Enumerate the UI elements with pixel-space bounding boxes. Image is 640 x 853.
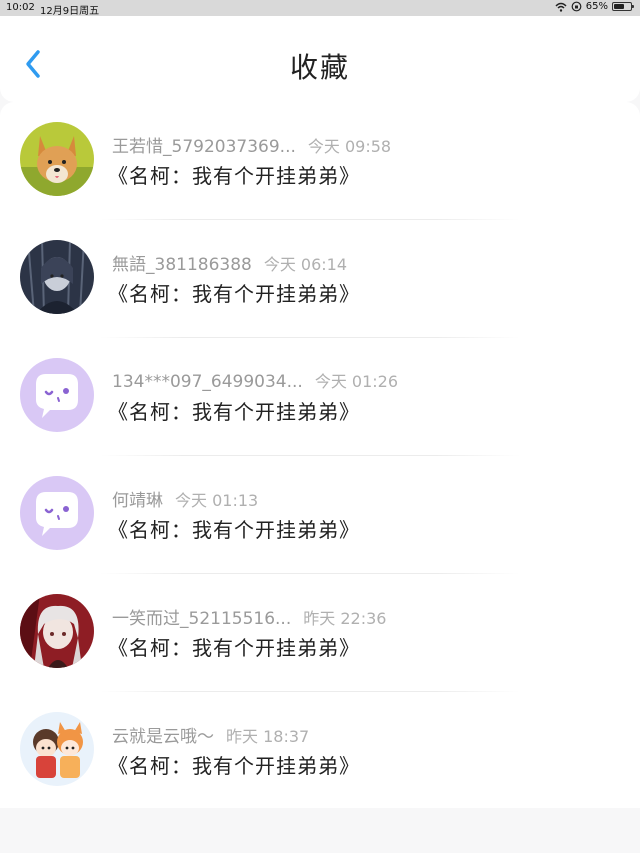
favorite-item[interactable]: 云就是云哦～ 昨天 18:37 《名柯：我有个开挂弟弟》 xyxy=(0,692,640,810)
item-meta: 云就是云哦～ 昨天 18:37 xyxy=(112,722,309,747)
battery-fill xyxy=(614,4,625,9)
status-bar: 10:02 12月9日周五 65% xyxy=(0,0,640,17)
username: 134***097_6499034... xyxy=(112,372,303,392)
page-title: 收藏 xyxy=(289,51,350,84)
book-title: 《名柯：我有个开挂弟弟》 xyxy=(108,164,360,188)
book-title: 《名柯：我有个开挂弟弟》 xyxy=(108,518,360,542)
username: 何靖琳 xyxy=(112,491,163,511)
timestamp: 今天 01:26 xyxy=(314,372,399,391)
timestamp: 今天 09:58 xyxy=(307,137,392,156)
username: 云就是云哦～ xyxy=(112,727,214,747)
corgi-dog-avatar[interactable] xyxy=(20,122,94,196)
favorite-item[interactable]: 無語_381186388 今天 06:14 《名柯：我有个开挂弟弟》 xyxy=(0,220,640,338)
username: 無語_381186388 xyxy=(112,255,252,275)
status-right: 65% xyxy=(555,1,634,12)
favorite-item[interactable]: 一笑而过_52115516... 昨天 22:36 《名柯：我有个开挂弟弟》 xyxy=(0,574,640,692)
battery-icon xyxy=(612,2,634,11)
book-title: 《名柯：我有个开挂弟弟》 xyxy=(108,400,360,424)
username: 一笑而过_52115516... xyxy=(112,609,292,629)
book-title: 《名柯：我有个开挂弟弟》 xyxy=(108,282,360,306)
status-time: 10:02 xyxy=(6,2,35,13)
status-date: 12月9日周五 xyxy=(40,6,100,17)
battery-percent: 65% xyxy=(585,1,608,12)
favorites-list: 王若惜_5792037369... 今天 09:58 《名柯：我有个开挂弟弟》 無… xyxy=(0,102,640,808)
favorite-item[interactable]: 王若惜_5792037369... 今天 09:58 《名柯：我有个开挂弟弟》 xyxy=(0,102,640,220)
timestamp: 今天 01:13 xyxy=(175,491,259,510)
orientation-lock-icon xyxy=(571,1,582,12)
nav-header: 收藏 xyxy=(0,16,640,102)
timestamp: 昨天 18:37 xyxy=(226,727,310,746)
item-meta: 134***097_6499034... 今天 01:26 xyxy=(112,368,398,392)
dark-anime-avatar[interactable] xyxy=(20,240,94,314)
timestamp: 昨天 22:36 xyxy=(303,609,387,628)
white-hair-anime-avatar[interactable] xyxy=(20,594,94,668)
item-meta: 王若惜_5792037369... 今天 09:58 xyxy=(112,132,391,157)
chibi-anime-avatar[interactable] xyxy=(20,712,94,786)
item-meta: 一笑而过_52115516... 昨天 22:36 xyxy=(112,604,386,629)
item-meta: 無語_381186388 今天 06:14 xyxy=(112,250,347,275)
book-title: 《名柯：我有个开挂弟弟》 xyxy=(108,754,360,778)
username: 王若惜_5792037369... xyxy=(112,137,296,157)
timestamp: 今天 06:14 xyxy=(263,255,348,274)
item-meta: 何靖琳 今天 01:13 xyxy=(112,486,258,511)
favorite-item[interactable]: 何靖琳 今天 01:13 《名柯：我有个开挂弟弟》 xyxy=(0,456,640,574)
book-title: 《名柯：我有个开挂弟弟》 xyxy=(108,636,360,660)
favorite-item[interactable]: 134***097_6499034... 今天 01:26 《名柯：我有个开挂弟弟… xyxy=(0,338,640,456)
default-chat-avatar[interactable] xyxy=(20,476,94,550)
wifi-icon xyxy=(555,2,567,12)
default-chat-avatar[interactable] xyxy=(20,358,94,432)
